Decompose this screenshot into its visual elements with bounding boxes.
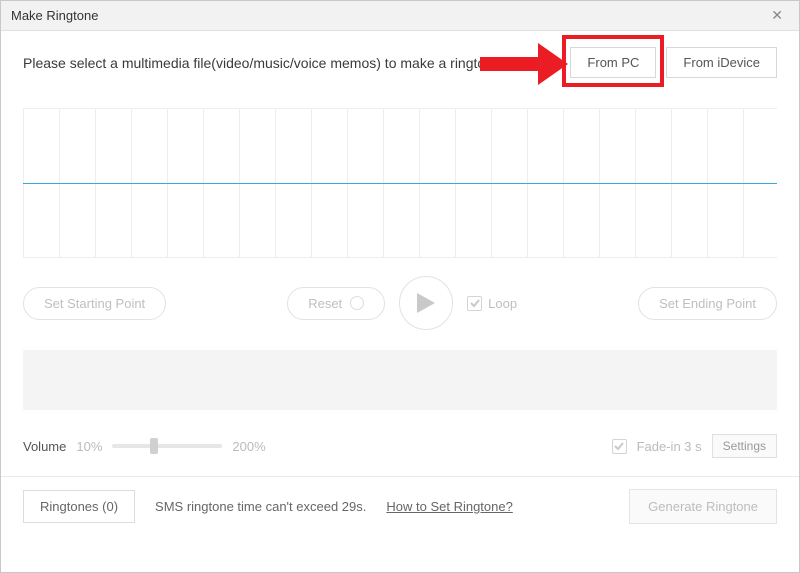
reset-label: Reset [308,296,342,311]
play-icon [417,293,435,313]
play-button[interactable] [399,276,453,330]
source-row: Please select a multimedia file(video/mu… [23,47,777,78]
volume-max: 200% [232,439,265,454]
volume-row: Volume 10% 200% Fade-in 3 s Settings [23,434,777,458]
fade-checkbox-icon[interactable] [612,439,627,454]
generate-ringtone-button[interactable]: Generate Ringtone [629,489,777,524]
footer-left: Ringtones (0) SMS ringtone time can't ex… [23,490,513,523]
loop-label: Loop [488,296,517,311]
content-area: Please select a multimedia file(video/mu… [1,31,799,458]
volume-slider-thumb[interactable] [150,438,158,454]
waveform-area[interactable] [23,108,777,258]
reset-icon [350,296,364,310]
preview-strip [23,350,777,410]
volume-min: 10% [76,439,102,454]
fade-label: Fade-in 3 s [637,439,702,454]
loop-checkbox-icon [467,296,482,311]
window-title: Make Ringtone [11,8,98,23]
how-to-set-ringtone-link[interactable]: How to Set Ringtone? [386,499,512,514]
waveform-midline [23,183,777,184]
source-buttons: From PC From iDevice [570,47,777,78]
volume-control: Volume 10% 200% [23,439,266,454]
set-ending-point-button[interactable]: Set Ending Point [638,287,777,320]
title-bar: Make Ringtone ✕ [1,1,799,31]
from-pc-button[interactable]: From PC [570,47,656,78]
loop-toggle[interactable]: Loop [467,296,517,311]
close-icon[interactable]: ✕ [765,5,789,26]
set-starting-point-button[interactable]: Set Starting Point [23,287,166,320]
footer-hint: SMS ringtone time can't exceed 29s. [155,499,366,514]
fade-controls: Fade-in 3 s Settings [612,434,777,458]
from-idevice-button[interactable]: From iDevice [666,47,777,78]
reset-button[interactable]: Reset [287,287,385,320]
playback-controls: Set Starting Point Reset Loop Set Ending… [23,276,777,330]
fade-settings-button[interactable]: Settings [712,434,777,458]
center-controls: Reset Loop [287,276,517,330]
volume-slider[interactable] [112,444,222,448]
instruction-text: Please select a multimedia file(video/mu… [23,55,570,71]
volume-label: Volume [23,439,66,454]
footer-bar: Ringtones (0) SMS ringtone time can't ex… [1,476,799,536]
ringtones-count-button[interactable]: Ringtones (0) [23,490,135,523]
